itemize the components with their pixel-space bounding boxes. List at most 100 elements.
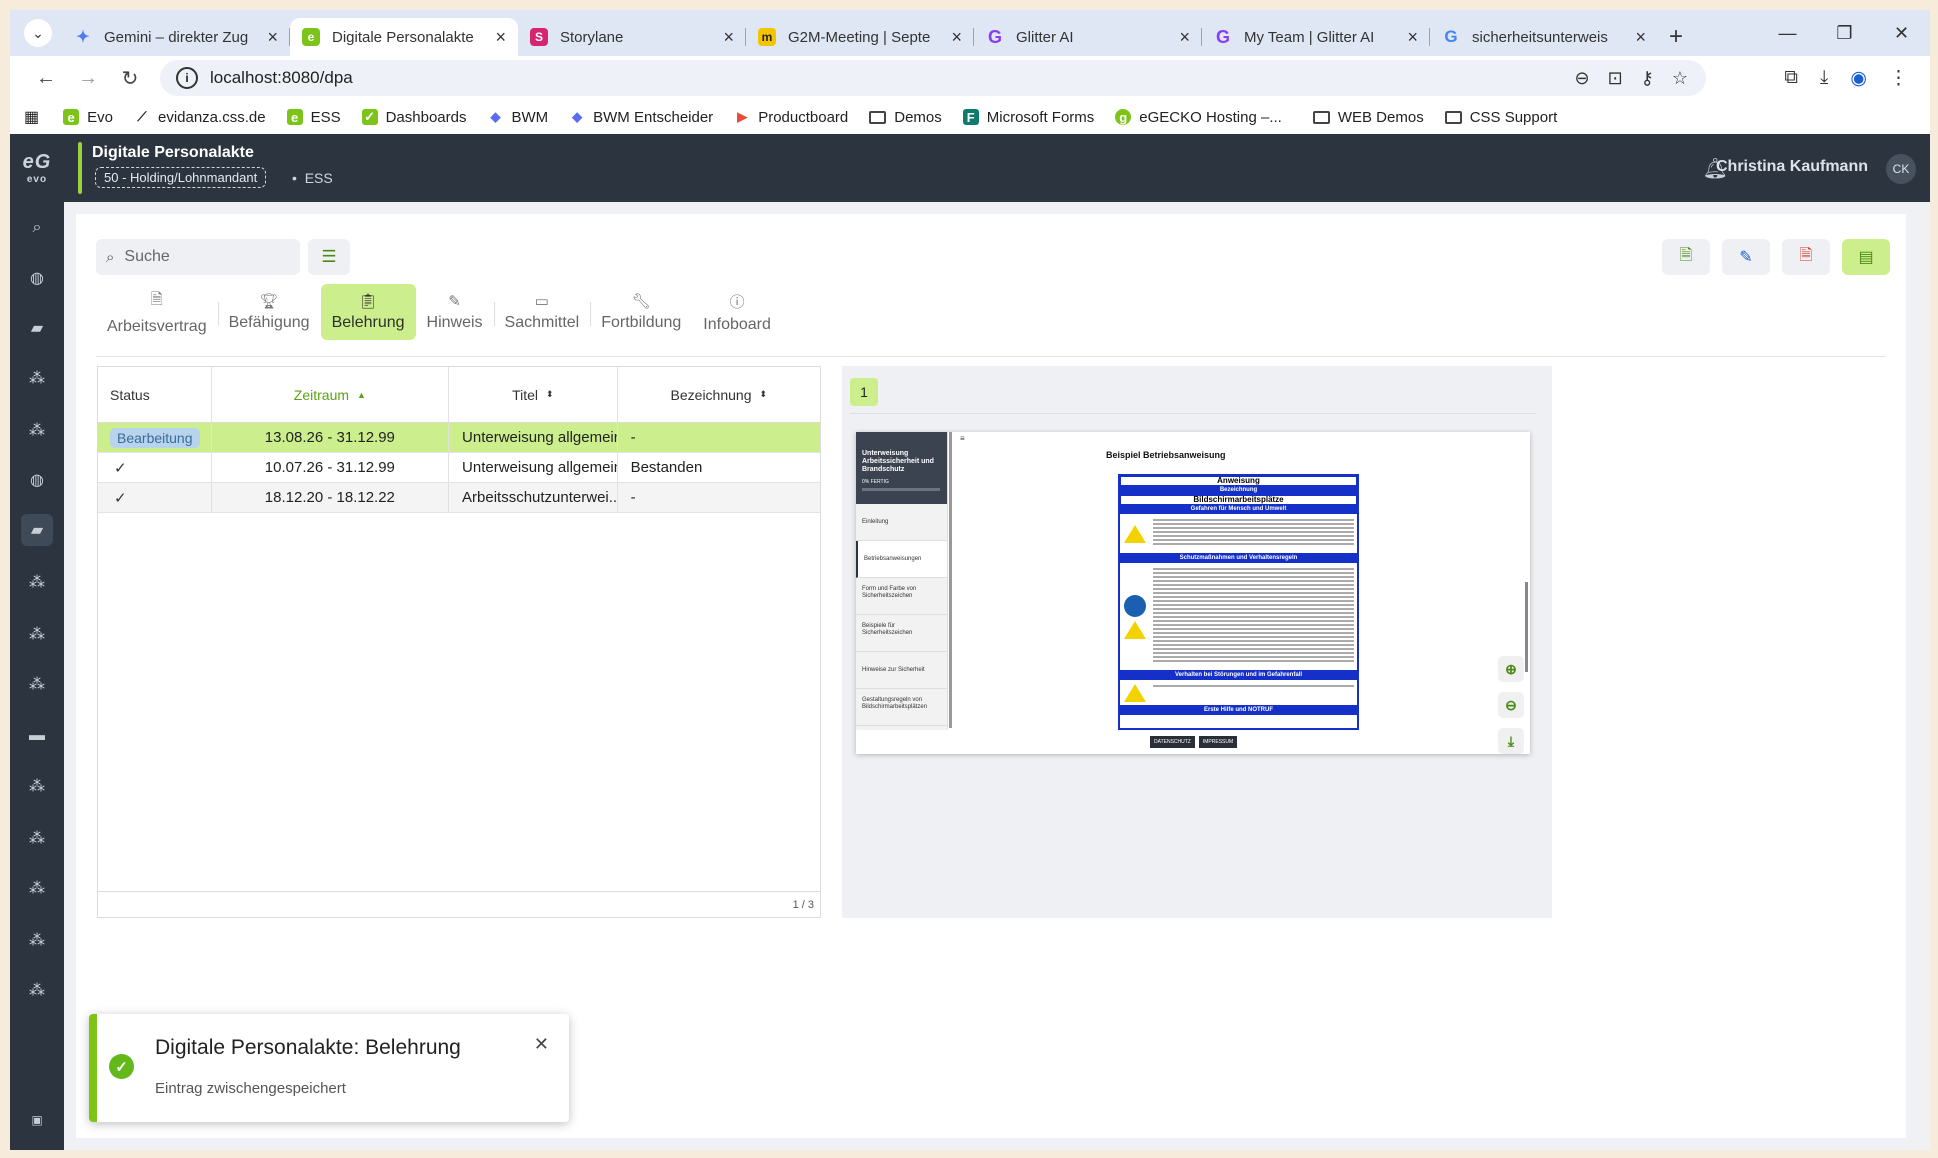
install-app-icon[interactable]: ⊡ xyxy=(1608,68,1623,89)
toast-notification: ✓ Digitale Personalakte: Belehrung Eintr… xyxy=(89,1014,569,1122)
close-tab-icon[interactable]: × xyxy=(1635,27,1646,48)
modules-icon[interactable]: ⁂ xyxy=(21,872,53,904)
column-zeitraum[interactable]: Zeitraum ▲ xyxy=(212,367,450,422)
modules-icon[interactable]: ⁂ xyxy=(21,414,53,446)
extensions-icon[interactable]: ⧉ xyxy=(1784,67,1798,89)
browser-tab-active[interactable]: e Digitale Personalakte × xyxy=(290,18,518,56)
modules-icon[interactable]: ⁂ xyxy=(21,362,53,394)
save-button[interactable]: ▤ xyxy=(1842,239,1890,275)
belehrung-table: Status Zeitraum ▲ Titel ⬍ Bezeichnung ⬍ Bea… xyxy=(97,366,821,918)
tab-belehrung[interactable]: 📋︎ Belehrung xyxy=(320,284,416,340)
key-icon[interactable]: ⚷ xyxy=(1641,68,1654,89)
forward-icon[interactable]: → xyxy=(68,58,108,98)
column-status[interactable]: Status xyxy=(98,367,212,422)
browser-tab[interactable]: Gsicherheitsunterweis × xyxy=(1430,18,1658,56)
bookmark[interactable]: ⟋ evidanza.css.de xyxy=(134,109,265,126)
delete-button[interactable]: 🗎 xyxy=(1782,239,1830,275)
tab-befaehigung[interactable]: 🏆︎ Befähigung xyxy=(218,284,321,340)
bookmark[interactable]: e Evo xyxy=(63,109,113,126)
instruction-poster: Anweisung Bezeichnung Bildschirmarbeitsp… xyxy=(1118,474,1359,730)
bookmark[interactable]: F Microsoft Forms xyxy=(962,109,1094,126)
bookmark[interactable]: ✓ Dashboards xyxy=(361,109,466,126)
modules-icon[interactable]: ⁂ xyxy=(21,668,53,700)
tab-infoboard[interactable]: ⓘ Infoboard xyxy=(692,284,782,340)
page-number-badge[interactable]: 1 xyxy=(850,378,878,406)
modules-icon[interactable]: ⁂ xyxy=(21,822,53,854)
bookmark[interactable]: WEB Demos xyxy=(1312,109,1424,126)
bookmark[interactable]: g eGECKO Hosting –... xyxy=(1115,109,1282,126)
folder-icon[interactable]: ▬ xyxy=(21,720,53,752)
profile-icon[interactable]: ◉ xyxy=(1850,67,1867,90)
modules-icon[interactable]: ⁂ xyxy=(21,974,53,1006)
tab-arbeitsvertrag[interactable]: 🗎 Arbeitsvertrag xyxy=(96,284,219,340)
close-tab-icon[interactable]: × xyxy=(495,27,506,48)
evo-logo[interactable]: eG evo xyxy=(10,134,64,202)
close-window-icon[interactable]: ✕ xyxy=(1873,10,1930,56)
tab-search-icon[interactable]: ⌄ xyxy=(24,19,52,47)
evo-icon: e xyxy=(286,109,303,125)
modules-icon[interactable]: ⁂ xyxy=(21,770,53,802)
url-text[interactable]: localhost:8080/dpa xyxy=(210,68,353,88)
bookmark[interactable]: CSS Support xyxy=(1444,109,1557,126)
close-tab-icon[interactable]: × xyxy=(1179,27,1190,48)
folder-open-icon[interactable]: ▰ xyxy=(21,312,53,344)
reload-icon[interactable]: ↻ xyxy=(110,58,150,98)
sort-asc-icon: ▲ xyxy=(357,389,366,400)
close-tab-icon[interactable]: × xyxy=(951,27,962,48)
browser-tab[interactable]: S Storylane × xyxy=(518,18,746,56)
download-button[interactable]: ⤓ xyxy=(1498,728,1524,754)
close-tab-icon[interactable]: × xyxy=(723,27,734,48)
tab-hinweis[interactable]: ✎ Hinweis xyxy=(416,284,495,340)
column-bezeichnung[interactable]: Bezeichnung ⬍ xyxy=(618,367,820,422)
page-title: Digitale Personalakte xyxy=(92,144,254,161)
menu-icon[interactable]: ⋮ xyxy=(1889,67,1908,90)
user-name[interactable]: Christina Kaufmann xyxy=(1716,158,1868,176)
search-icon[interactable]: ⌕ xyxy=(21,212,53,244)
star-icon[interactable]: ☆ xyxy=(1672,68,1688,89)
modules-icon[interactable]: ⁂ xyxy=(21,566,53,598)
tab-sachmittel[interactable]: ▭ Sachmittel xyxy=(494,284,592,340)
new-tab-icon[interactable]: + xyxy=(1658,18,1694,56)
tab-fortbildung[interactable]: 🔧︎ Fortbildung xyxy=(590,284,692,340)
browser-tab[interactable]: G Glitter AI × xyxy=(974,18,1202,56)
mandant-selector[interactable]: 50 - Holding/Lohnmandant xyxy=(95,167,267,188)
zoom-icon[interactable]: ⊖ xyxy=(1574,68,1589,89)
browser-tab[interactable]: m G2M-Meeting | Septe × xyxy=(746,18,974,56)
apps-icon[interactable]: ▦ xyxy=(24,107,39,127)
avatar[interactable]: CK xyxy=(1886,154,1916,184)
close-tab-icon[interactable]: × xyxy=(267,27,278,48)
record-tabs: 🗎 Arbeitsvertrag 🏆︎ Befähigung 📋︎ Belehrung… xyxy=(96,284,782,340)
restore-icon[interactable]: ❐ xyxy=(1816,10,1873,56)
back-icon[interactable]: ← xyxy=(26,58,66,98)
table-row[interactable]: ✓ 10.07.26 - 31.12.99 Unterweisung allge… xyxy=(98,453,820,483)
bookmark[interactable]: Demos xyxy=(869,109,942,126)
trophy-icon: 🏆︎ xyxy=(259,293,279,310)
bookmark[interactable]: e ESS xyxy=(286,109,341,126)
browser-tab[interactable]: G My Team | Glitter AI × xyxy=(1202,18,1430,56)
download-icon[interactable]: ⤓ xyxy=(1820,67,1828,89)
close-tab-icon[interactable]: × xyxy=(1407,27,1418,48)
folder-open-icon[interactable]: ▰ xyxy=(21,514,53,546)
bookmark[interactable]: ▶ Productboard xyxy=(734,109,848,126)
bookmark[interactable]: ◆ BWM xyxy=(487,109,548,126)
zoom-out-button[interactable]: ⊖ xyxy=(1498,692,1524,718)
modules-icon[interactable]: ⁂ xyxy=(21,924,53,956)
zoom-in-button[interactable]: ⊕ xyxy=(1498,656,1524,682)
collapse-sidebar-icon[interactable]: ▣ xyxy=(21,1104,53,1136)
site-info-icon[interactable]: i xyxy=(176,67,198,89)
search-input[interactable]: ⌕ Suche xyxy=(96,239,300,275)
modules-icon[interactable]: ⁂ xyxy=(21,618,53,650)
globe-icon[interactable]: ◍ xyxy=(21,464,53,496)
column-titel[interactable]: Titel ⬍ xyxy=(449,367,618,422)
filter-button[interactable]: ☰ xyxy=(308,239,350,275)
close-icon[interactable]: ✕ xyxy=(534,1034,549,1055)
browser-tab[interactable]: ✦ Gemini – direkter Zug × xyxy=(62,18,290,56)
edit-button[interactable]: ✎ xyxy=(1722,239,1770,275)
table-row[interactable]: ✓ 18.12.20 - 18.12.22 Arbeitsschutzunter… xyxy=(98,483,820,513)
address-bar[interactable]: i localhost:8080/dpa ⊖ ⊡ ⚷ ☆ xyxy=(160,60,1706,96)
globe-icon[interactable]: ◍ xyxy=(21,262,53,294)
table-row[interactable]: Bearbeitung 13.08.26 - 31.12.99 Unterwei… xyxy=(98,423,820,453)
new-entry-button[interactable]: 🗎 xyxy=(1662,239,1710,275)
bookmark[interactable]: ◆ BWM Entscheider xyxy=(569,109,713,126)
minimize-icon[interactable]: — xyxy=(1759,10,1816,56)
